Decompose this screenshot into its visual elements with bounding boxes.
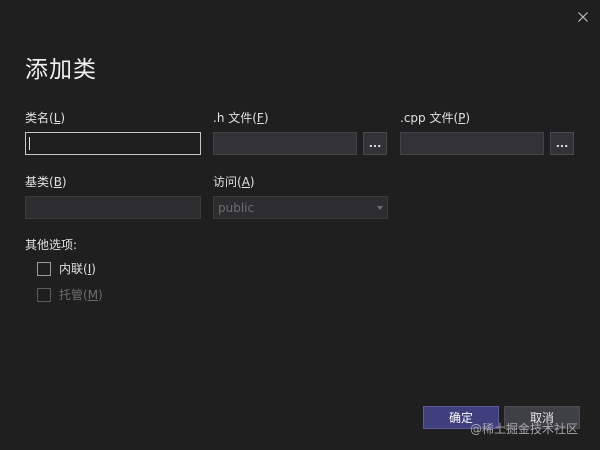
h-file-label: .h 文件(F) — [213, 111, 269, 125]
cpp-file-browse-button[interactable]: ... — [550, 132, 574, 155]
dialog-title: 添加类 — [25, 57, 97, 83]
managed-label: 托管(M) — [59, 288, 103, 302]
base-class-input[interactable] — [25, 196, 201, 219]
managed-checkbox[interactable] — [37, 287, 51, 302]
h-file-input[interactable] — [213, 132, 357, 155]
inline-label: 内联(I) — [59, 262, 96, 276]
base-class-label: 基类(B) — [25, 175, 67, 189]
close-icon — [578, 12, 588, 22]
cpp-file-input[interactable] — [400, 132, 544, 155]
cpp-file-label: .cpp 文件(P) — [400, 111, 471, 125]
class-name-label: 类名(L) — [25, 111, 66, 125]
dropdown-arrow-icon — [377, 206, 383, 210]
access-selected-value: public — [218, 200, 255, 215]
access-select[interactable]: public — [213, 196, 388, 219]
managed-option[interactable]: 托管(M) — [37, 286, 103, 303]
class-name-input[interactable] — [25, 132, 201, 155]
watermark: @稀土掘金技术社区 — [470, 422, 579, 436]
inline-checkbox[interactable] — [37, 261, 51, 276]
text-caret — [29, 137, 30, 150]
other-options-heading: 其他选项: — [25, 238, 78, 252]
close-button[interactable] — [572, 6, 594, 28]
inline-option[interactable]: 内联(I) — [37, 260, 96, 277]
h-file-browse-button[interactable]: ... — [363, 132, 387, 155]
add-class-dialog: 添加类 类名(L) .h 文件(F) .cpp 文件(P) ... ... 基类… — [0, 0, 600, 450]
access-label: 访问(A) — [213, 175, 255, 189]
